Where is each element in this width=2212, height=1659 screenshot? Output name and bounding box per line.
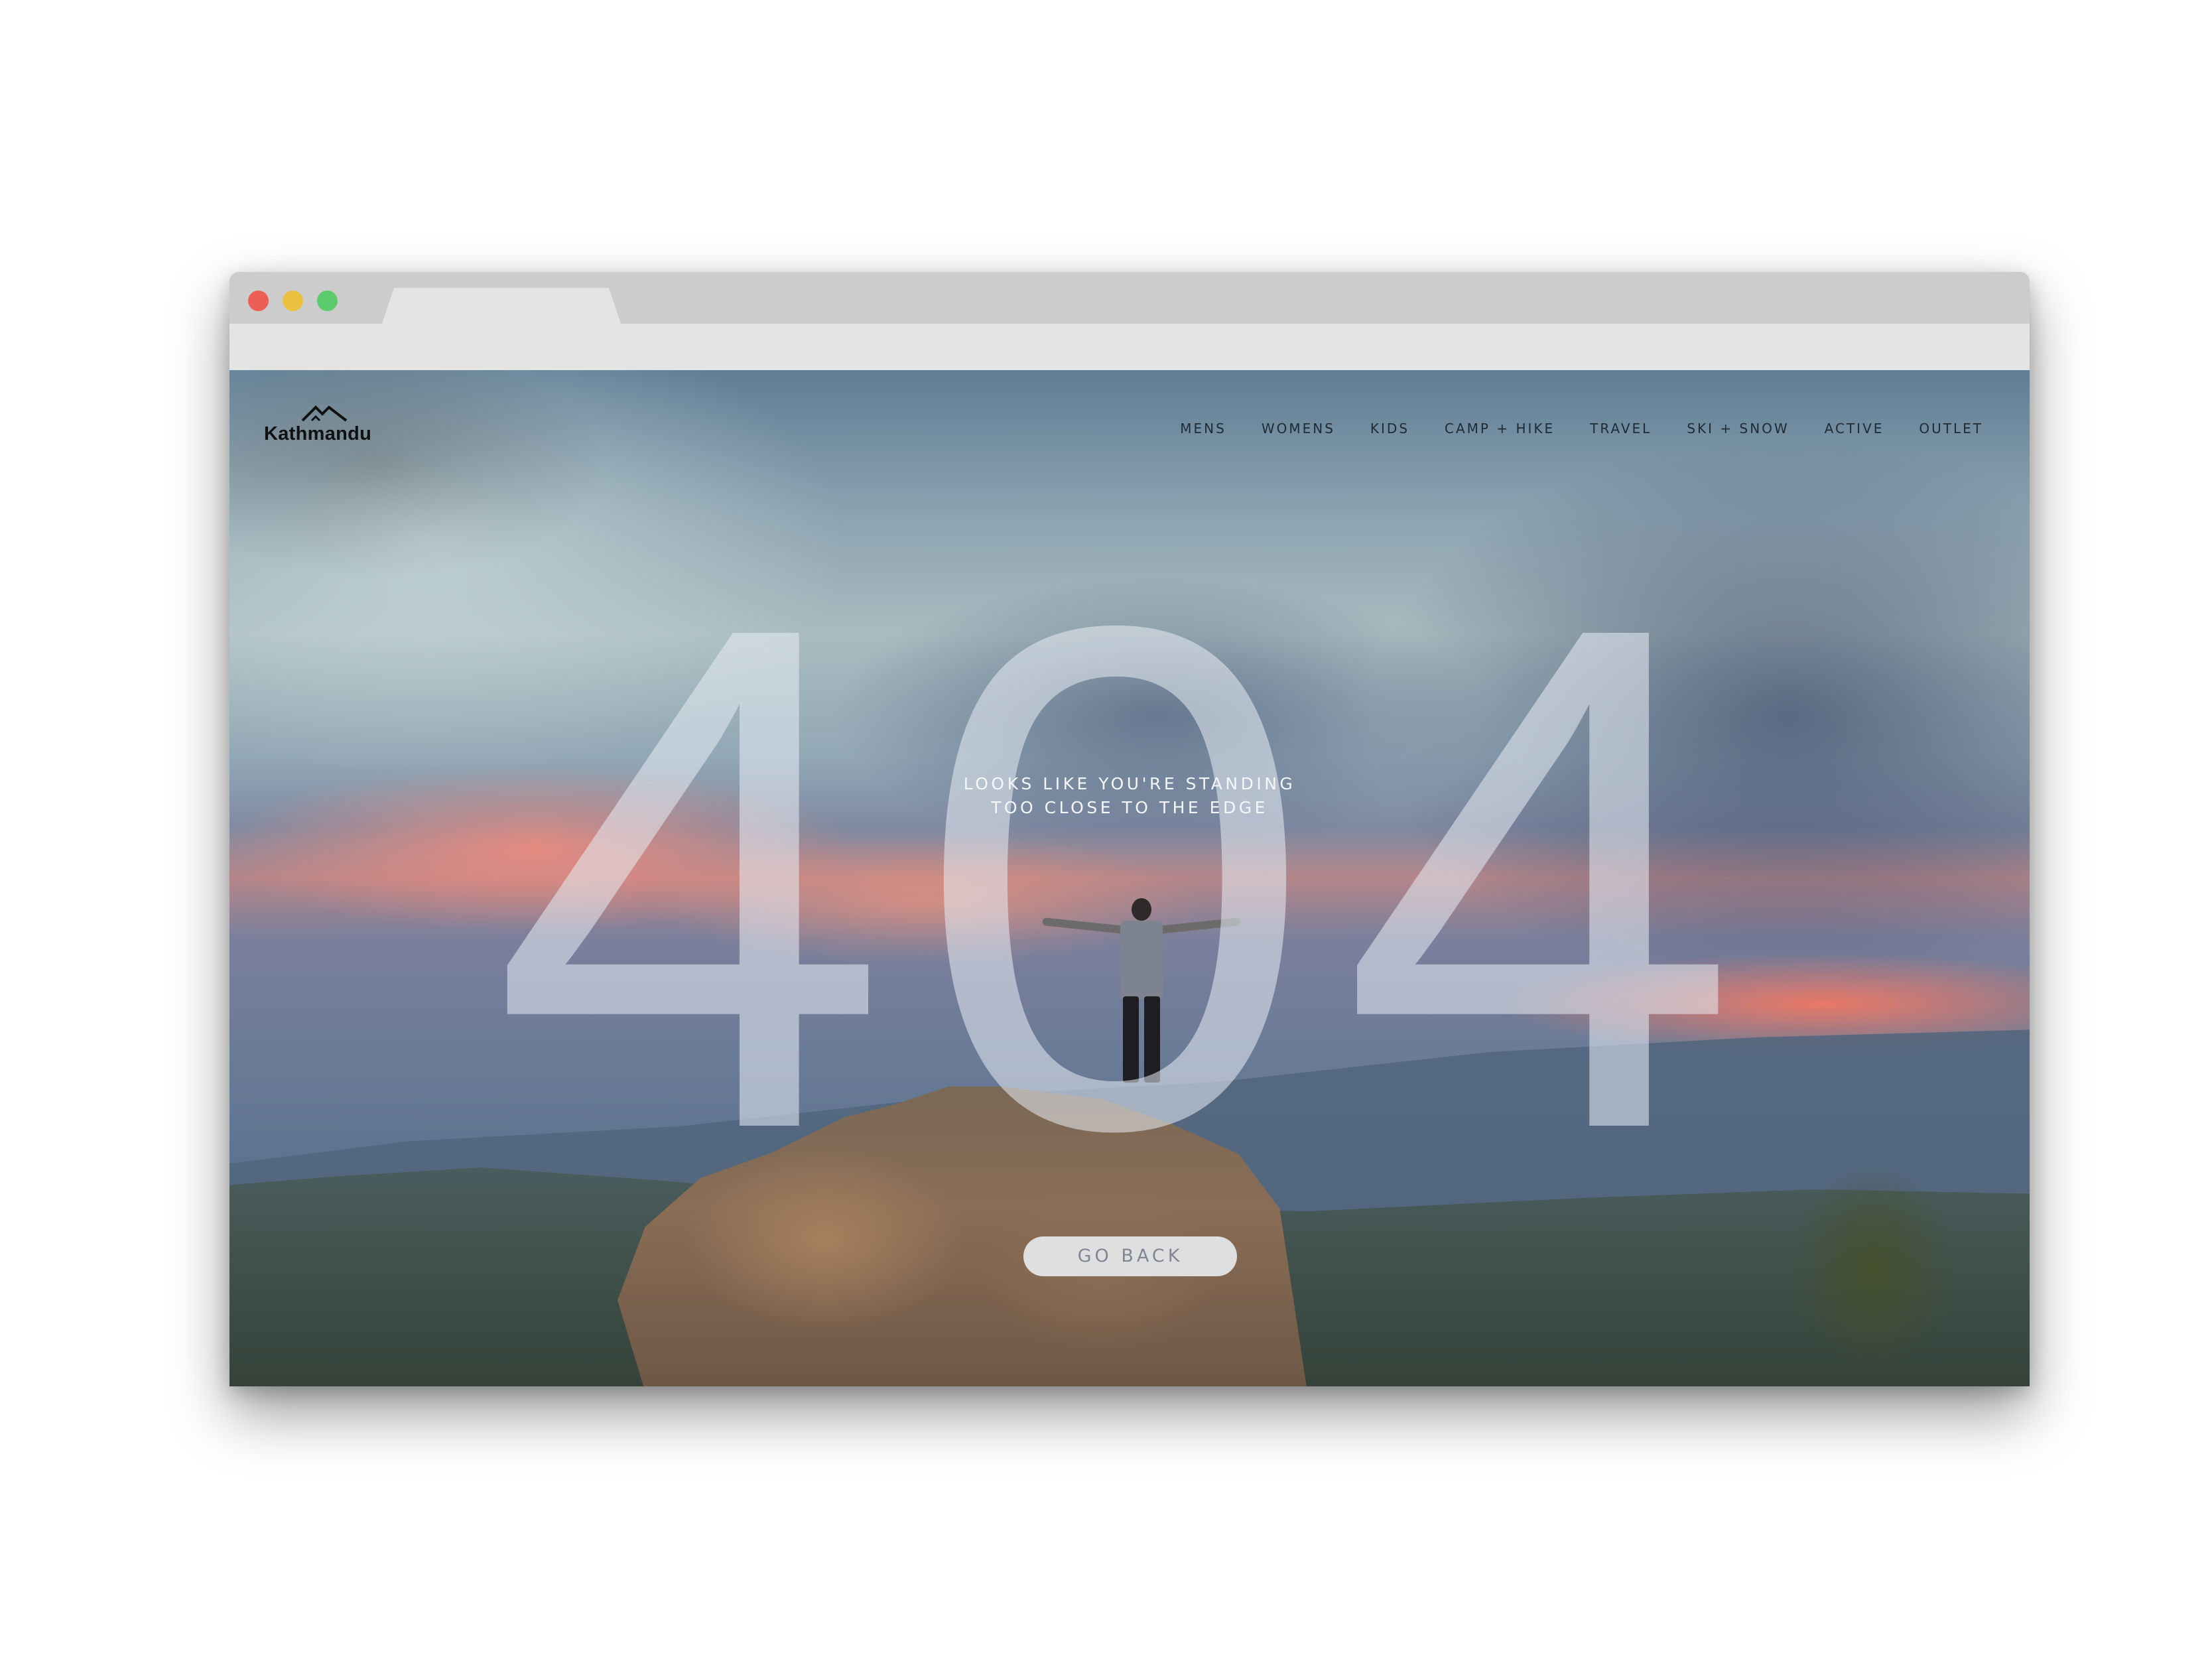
nav-item-mens[interactable]: MENS — [1180, 421, 1226, 436]
nav-item-womens[interactable]: WOMENS — [1262, 421, 1335, 436]
nav-item-outlet[interactable]: OUTLET — [1919, 421, 1983, 436]
nav-item-kids[interactable]: KIDS — [1370, 421, 1409, 436]
page-viewport: 404 Kathmandu MENS WOMENS KIDS CAMP + HI… — [229, 370, 2030, 1386]
browser-tab[interactable] — [382, 288, 621, 324]
minimize-window-button[interactable] — [283, 291, 303, 311]
logo-text: Kathmandu — [264, 423, 372, 444]
nav-item-ski-snow[interactable]: SKI + SNOW — [1687, 421, 1789, 436]
nav-item-camp-hike[interactable]: CAMP + HIKE — [1445, 421, 1555, 436]
kathmandu-logo[interactable]: Kathmandu — [264, 405, 383, 451]
error-message: LOOKS LIKE YOU'RE STANDING TOO CLOSE TO … — [931, 772, 1329, 820]
browser-titlebar — [229, 272, 2030, 324]
browser-window: 404 Kathmandu MENS WOMENS KIDS CAMP + HI… — [229, 272, 2030, 1386]
nav-item-travel[interactable]: TRAVEL — [1590, 421, 1652, 436]
error-code: 404 — [491, 477, 1766, 1278]
error-message-line-1: LOOKS LIKE YOU'RE STANDING — [963, 774, 1296, 793]
mountain-logo-icon — [301, 405, 348, 422]
close-window-button[interactable] — [248, 291, 269, 311]
error-message-line-2: TOO CLOSE TO THE EDGE — [991, 798, 1268, 817]
browser-address-bar[interactable] — [229, 324, 2030, 370]
main-navigation: MENS WOMENS KIDS CAMP + HIKE TRAVEL SKI … — [1145, 421, 1983, 436]
nav-item-active[interactable]: ACTIVE — [1825, 421, 1884, 436]
maximize-window-button[interactable] — [317, 291, 338, 311]
go-back-button[interactable]: GO BACK — [1023, 1236, 1237, 1276]
